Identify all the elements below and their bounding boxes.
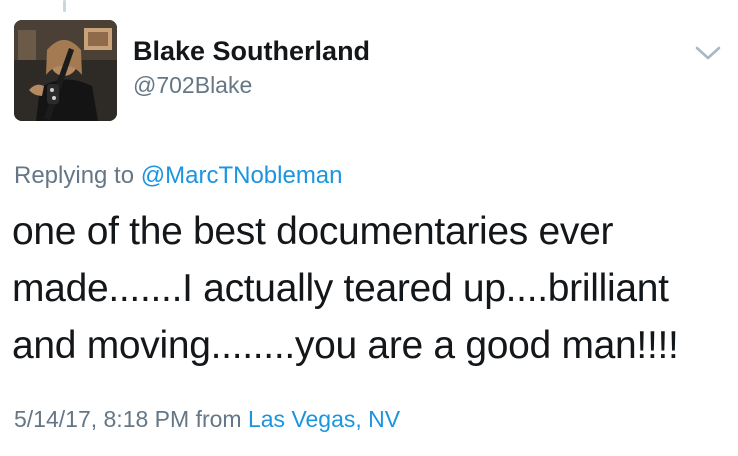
avatar[interactable] [14, 20, 117, 121]
user-handle[interactable]: @702Blake [133, 70, 370, 100]
display-name[interactable]: Blake Southerland [133, 34, 370, 68]
chevron-down-icon [695, 46, 721, 60]
tweet-text-line: one of the best documentaries ever [12, 210, 614, 253]
avatar-image [14, 20, 117, 121]
reply-context: Replying to @MarcTNobleman [14, 160, 343, 192]
from-label: from [189, 406, 248, 432]
user-info: Blake Southerland @702Blake [133, 34, 370, 100]
thread-connector-line [63, 0, 66, 12]
reply-prefix: Replying to [14, 162, 141, 189]
tweet-text-line: made.......I actually teared up....brill… [12, 267, 669, 310]
tweet-text-line: and moving........you are a good man!!!! [12, 324, 679, 367]
tweet-meta: 5/14/17, 8:18 PM from Las Vegas, NV [14, 404, 400, 434]
tweet-text: one of the best documentaries ever made.… [12, 203, 728, 374]
location-link[interactable]: Las Vegas, NV [248, 406, 400, 432]
tweet-menu-button[interactable] [693, 40, 723, 64]
reply-mention-link[interactable]: @MarcTNobleman [141, 162, 343, 189]
tweet-timestamp[interactable]: 5/14/17, 8:18 PM [14, 406, 189, 432]
